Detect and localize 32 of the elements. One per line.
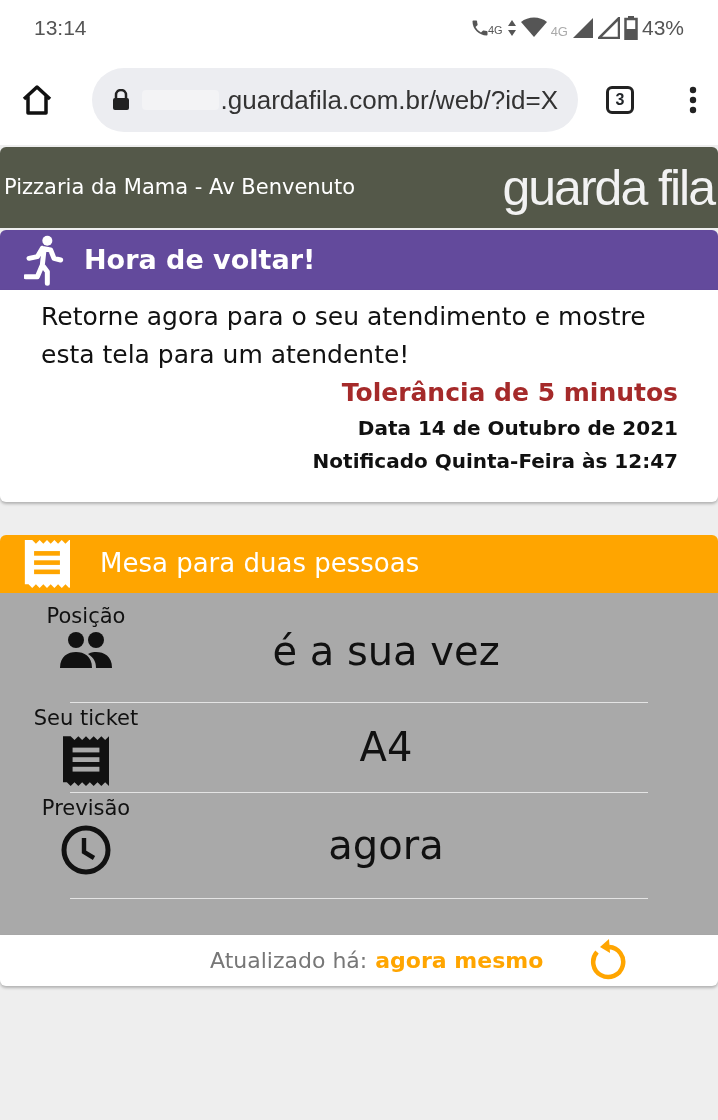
updated-value: agora mesmo [375,946,544,975]
clock-icon [60,824,112,876]
notified-text: Notificado Quinta-Feira às 12:47 [312,447,678,475]
updated-label: Atualizado há: [210,946,368,975]
row-value: é a sua vez [271,627,501,676]
wifi-icon [520,16,547,39]
logo-text: guarda fila [502,162,714,213]
row-label: Posição [46,602,126,630]
battery-icon [623,15,638,40]
store-name: Pizzaria da Mama - Av Benvenuto [4,173,355,201]
home-icon[interactable] [20,84,54,116]
tolerance-text: Tolerância de 5 minutos [341,377,678,409]
queue-title: Mesa para duas pessoas [100,547,420,580]
lock-icon [112,89,130,111]
row-value: agora [327,821,445,870]
more-menu-icon[interactable] [688,86,698,114]
alert-title: Hora de voltar! [84,242,316,277]
signal-icon [597,16,620,39]
data-label: 4G [550,22,568,41]
tab-count-button[interactable]: 3 [606,86,634,114]
row-label: Previsão [41,794,131,822]
clock-time: 13:14 [34,14,87,41]
people-icon [58,632,114,668]
network-label: 4G [487,22,503,38]
alert-message: Retorne agora para o seu atendimento e mostre esta tela para um atendente! [41,301,647,371]
date-text: Data 14 de Outubro de 2021 [357,414,678,442]
receipt-icon [24,539,70,588]
row-label: Seu ticket [33,704,139,732]
running-person-icon [24,234,64,286]
battery-percent: 43% [641,14,684,41]
url-field[interactable]: .guardafila.com.br/web/?id=X [92,68,578,132]
signal-icon [571,16,594,39]
